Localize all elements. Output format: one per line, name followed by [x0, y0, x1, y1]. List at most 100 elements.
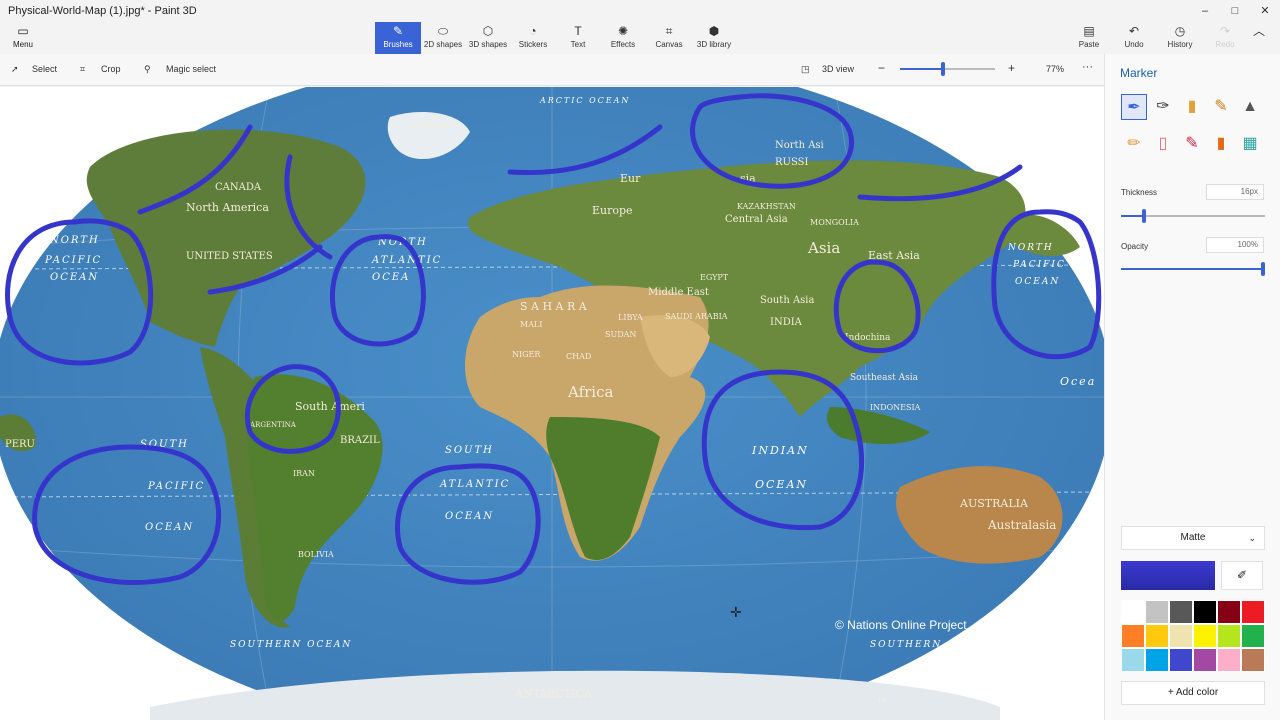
clipboard-icon: ▤ — [1083, 24, 1095, 38]
region-label: ANTARCTICA — [514, 687, 593, 700]
color-swatch[interactable] — [1145, 600, 1169, 624]
more-options-button[interactable]: ··· — [1082, 61, 1093, 73]
collapse-ribbon-button[interactable]: ︿ — [1244, 22, 1274, 54]
color-swatch[interactable] — [1169, 624, 1193, 648]
color-swatch[interactable] — [1121, 648, 1145, 672]
world-map[interactable]: ARCTIC OCEAN NORTH PACIFIC OCEAN NORTH ATLANT… — [0, 87, 1104, 720]
2d-shapes-icon: ⬭ — [437, 24, 449, 38]
stickers-icon: ◔ — [529, 24, 537, 38]
tool-3d-library-button[interactable]: ⬢ 3D library — [691, 22, 737, 54]
redo-button[interactable]: ↷ Redo — [1202, 22, 1248, 54]
history-button[interactable]: ◷ History — [1157, 22, 1203, 54]
region-label: INDONESIA — [870, 403, 921, 412]
region-label: RUSSI — [775, 157, 808, 168]
pencil-brush-button[interactable]: ✏ — [1121, 131, 1147, 157]
canvas[interactable]: ARCTIC OCEAN NORTH PACIFIC OCEAN NORTH ATLANT… — [0, 87, 1104, 720]
close-button[interactable]: ✕ — [1250, 0, 1280, 22]
tool-label: 3D library — [696, 40, 732, 49]
paste-button[interactable]: ▤ Paste — [1066, 22, 1112, 54]
oil-brush-brush-button[interactable]: ▮ — [1179, 94, 1205, 120]
crop-button[interactable]: Crop — [101, 64, 121, 74]
add-color-button[interactable]: + Add color — [1121, 681, 1265, 705]
color-swatch[interactable] — [1241, 624, 1265, 648]
color-swatch[interactable] — [1121, 624, 1145, 648]
undo-icon: ↶ — [1128, 24, 1140, 38]
tool-3d-shapes-button[interactable]: ⬡ 3D shapes — [465, 22, 511, 54]
minimize-button[interactable]: – — [1190, 0, 1220, 22]
region-label: CANADA — [215, 182, 262, 193]
eraser-brush-button[interactable]: ▯ — [1150, 131, 1176, 157]
maximize-button[interactable]: □ — [1220, 0, 1250, 22]
tool-stickers-button[interactable]: ◔ Stickers — [510, 22, 556, 54]
canvas-toolbar: ➚ Select ⌗ Crop ⚲ Magic select ◳ 3D view… — [0, 54, 1104, 86]
select-button[interactable]: Select — [32, 64, 57, 74]
ocean-label: OCEA — [372, 272, 410, 283]
zoom-out-button[interactable]: − — [878, 61, 885, 75]
tool-canvas-button[interactable]: ⌗ Canvas — [646, 22, 692, 54]
tool-effects-button[interactable]: ✺ Effects — [600, 22, 646, 54]
opacity-input[interactable]: 100% — [1206, 237, 1264, 253]
folder-icon: ▭ — [17, 24, 29, 38]
crop-icon: ⌗ — [80, 64, 86, 74]
color-swatch[interactable] — [1145, 648, 1169, 672]
region-label: KAZAKHSTAN — [737, 202, 796, 211]
color-swatch[interactable] — [1241, 600, 1265, 624]
menu-button[interactable]: ▭ Menu — [8, 22, 38, 54]
zoom-slider-thumb[interactable] — [940, 62, 945, 76]
region-label: Southeast Asia — [850, 373, 919, 383]
marker-brush-button[interactable]: ✒ — [1121, 94, 1147, 120]
undo-label: Undo — [1124, 40, 1144, 49]
calligraphy-pen-brush-button[interactable]: ✑ — [1150, 94, 1176, 120]
thickness-input[interactable]: 16px — [1206, 184, 1264, 200]
color-swatch[interactable] — [1193, 624, 1217, 648]
spray-can-brush-button[interactable]: ▮ — [1208, 131, 1234, 157]
zoom-in-button[interactable]: + — [1008, 61, 1015, 75]
color-swatch[interactable] — [1217, 624, 1241, 648]
magic-select-button[interactable]: Magic select — [166, 64, 216, 74]
ocean-label: ATLANTIC — [371, 255, 442, 266]
color-swatch[interactable] — [1145, 624, 1169, 648]
crayon-icon: ✎ — [1185, 135, 1199, 152]
tool-text-button[interactable]: T Text — [555, 22, 601, 54]
color-swatch[interactable] — [1193, 600, 1217, 624]
color-swatch[interactable] — [1169, 600, 1193, 624]
color-swatch[interactable] — [1217, 600, 1241, 624]
eyedropper-button[interactable]: ✐ — [1221, 561, 1263, 590]
zoom-slider[interactable] — [900, 62, 995, 76]
fill-icon: ▦ — [1242, 135, 1258, 152]
tool-2d-shapes-button[interactable]: ⬭ 2D shapes — [420, 22, 466, 54]
opacity-slider-thumb[interactable] — [1261, 262, 1265, 276]
undo-button[interactable]: ↶ Undo — [1111, 22, 1157, 54]
menu-label: Menu — [12, 40, 33, 49]
region-label: Australasia — [987, 518, 1056, 532]
tool-brushes-button[interactable]: ✎ Brushes — [375, 22, 421, 54]
crayon-brush-button[interactable]: ✎ — [1179, 131, 1205, 157]
ocean-label: PACIFIC — [1012, 260, 1066, 270]
color-swatch[interactable] — [1241, 648, 1265, 672]
current-color-swatch[interactable] — [1121, 561, 1215, 590]
watercolor-brush-button[interactable]: ✎ — [1208, 94, 1234, 120]
thickness-slider-thumb[interactable] — [1142, 209, 1147, 223]
color-swatch[interactable] — [1193, 648, 1217, 672]
ocean-label: SOUTHERN OCEAN — [230, 640, 352, 650]
spray-can-icon: ▮ — [1216, 135, 1226, 152]
title-bar: Physical-World-Map (1).jpg* - Paint 3D –… — [0, 0, 1280, 22]
color-swatch[interactable] — [1169, 648, 1193, 672]
region-label: Greenland — [414, 121, 456, 130]
ocean-label: OCEAN — [50, 272, 99, 283]
oil-brush-icon: ▮ — [1187, 98, 1197, 115]
pixel-pen-brush-button[interactable]: ▲ — [1237, 94, 1263, 120]
region-label: ia — [878, 695, 887, 705]
finish-dropdown[interactable]: Matte ⌄ — [1121, 526, 1265, 550]
color-swatch[interactable] — [1217, 648, 1241, 672]
region-label: SUDAN — [605, 330, 636, 339]
fill-brush-button[interactable]: ▦ — [1237, 131, 1263, 157]
color-swatch[interactable] — [1121, 600, 1145, 624]
region-label: UNITED STATES — [186, 251, 273, 262]
eraser-icon: ▯ — [1158, 135, 1168, 152]
thickness-slider[interactable] — [1121, 209, 1265, 223]
3d-view-button[interactable]: 3D view — [822, 64, 854, 74]
cursor-crosshair-icon: ✛ — [730, 604, 742, 620]
opacity-slider[interactable] — [1121, 262, 1265, 276]
window-title: Physical-World-Map (1).jpg* - Paint 3D — [8, 5, 197, 17]
